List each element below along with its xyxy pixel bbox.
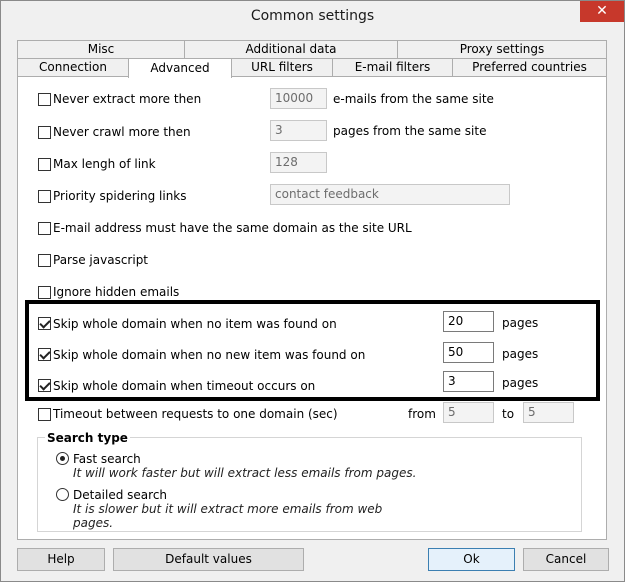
- tab-connection[interactable]: Connection: [17, 58, 129, 76]
- fast-search-label: Fast search: [73, 452, 141, 466]
- help-button[interactable]: Help: [17, 548, 105, 571]
- cancel-button[interactable]: Cancel: [523, 548, 609, 571]
- timeout-to-input[interactable]: 5: [523, 402, 574, 423]
- never-crawl-label: Never crawl more then: [53, 125, 191, 139]
- max-link-input[interactable]: 128: [270, 152, 327, 173]
- skip-no-new-suffix: pages: [502, 347, 539, 361]
- never-crawl-suffix: pages from the same site: [333, 124, 487, 138]
- skip-no-item-input[interactable]: 20: [443, 311, 494, 332]
- skip-no-item-checkbox[interactable]: [38, 317, 51, 330]
- tab-additional-data[interactable]: Additional data: [184, 40, 398, 58]
- detailed-search-radio[interactable]: [56, 488, 69, 501]
- skip-no-item-suffix: pages: [502, 316, 539, 330]
- priority-input[interactable]: contact feedback: [270, 184, 510, 205]
- fast-search-radio[interactable]: [56, 452, 69, 465]
- settings-window: Common settings ✕ Misc Additional data P…: [0, 0, 625, 582]
- tab-misc[interactable]: Misc: [17, 40, 185, 58]
- detailed-search-desc: It is slower but it will extract more em…: [73, 502, 383, 516]
- tab-preferred-countries[interactable]: Preferred countries: [452, 58, 607, 76]
- skip-timeout-checkbox[interactable]: [38, 379, 51, 392]
- close-button[interactable]: ✕: [580, 1, 624, 22]
- timeout-from-input[interactable]: 5: [443, 402, 494, 423]
- never-crawl-checkbox[interactable]: [38, 126, 51, 139]
- same-domain-label: E-mail address must have the same domain…: [53, 221, 412, 235]
- max-link-label: Max lengh of link: [53, 157, 156, 171]
- max-link-checkbox[interactable]: [38, 158, 51, 171]
- never-extract-label: Never extract more then: [53, 92, 202, 106]
- ignore-hidden-label: Ignore hidden emails: [53, 285, 180, 299]
- skip-timeout-suffix: pages: [502, 376, 539, 390]
- tab-proxy-settings[interactable]: Proxy settings: [397, 40, 607, 58]
- tab-email-filters[interactable]: E-mail filters: [332, 58, 453, 76]
- fast-search-desc: It will work faster but will extract les…: [73, 466, 417, 480]
- skip-no-new-checkbox[interactable]: [38, 348, 51, 361]
- never-crawl-input[interactable]: 3: [270, 120, 327, 141]
- tab-advanced[interactable]: Advanced: [128, 58, 232, 78]
- tab-url-filters[interactable]: URL filters: [231, 58, 333, 76]
- timeout-between-checkbox[interactable]: [38, 408, 51, 421]
- skip-timeout-label: Skip whole domain when timeout occurs on: [53, 379, 316, 393]
- same-domain-checkbox[interactable]: [38, 222, 51, 235]
- skip-no-item-label: Skip whole domain when no item was found…: [53, 317, 337, 331]
- parse-javascript-checkbox[interactable]: [38, 254, 51, 267]
- priority-label: Priority spidering links: [53, 189, 187, 203]
- timeout-from-label: from: [408, 407, 436, 421]
- never-extract-input[interactable]: 10000: [270, 88, 327, 109]
- ignore-hidden-checkbox[interactable]: [38, 286, 51, 299]
- title-bar: Common settings ✕: [1, 1, 624, 32]
- skip-timeout-input[interactable]: 3: [443, 371, 494, 392]
- parse-javascript-label: Parse javascript: [53, 253, 149, 267]
- never-extract-suffix: e-mails from the same site: [333, 92, 494, 106]
- skip-no-new-input[interactable]: 50: [443, 342, 494, 363]
- never-extract-checkbox[interactable]: [38, 93, 51, 106]
- timeout-between-label: Timeout between requests to one domain (…: [53, 407, 338, 421]
- ok-button[interactable]: Ok: [428, 548, 515, 571]
- detailed-search-desc-2: pages.: [73, 516, 114, 530]
- window-title: Common settings: [250, 8, 375, 24]
- priority-checkbox[interactable]: [38, 190, 51, 203]
- search-type-title: Search type: [45, 431, 130, 445]
- detailed-search-label: Detailed search: [73, 488, 168, 502]
- timeout-to-label: to: [502, 407, 515, 421]
- default-values-button[interactable]: Default values: [113, 548, 304, 571]
- skip-no-new-label: Skip whole domain when no new item was f…: [53, 348, 366, 362]
